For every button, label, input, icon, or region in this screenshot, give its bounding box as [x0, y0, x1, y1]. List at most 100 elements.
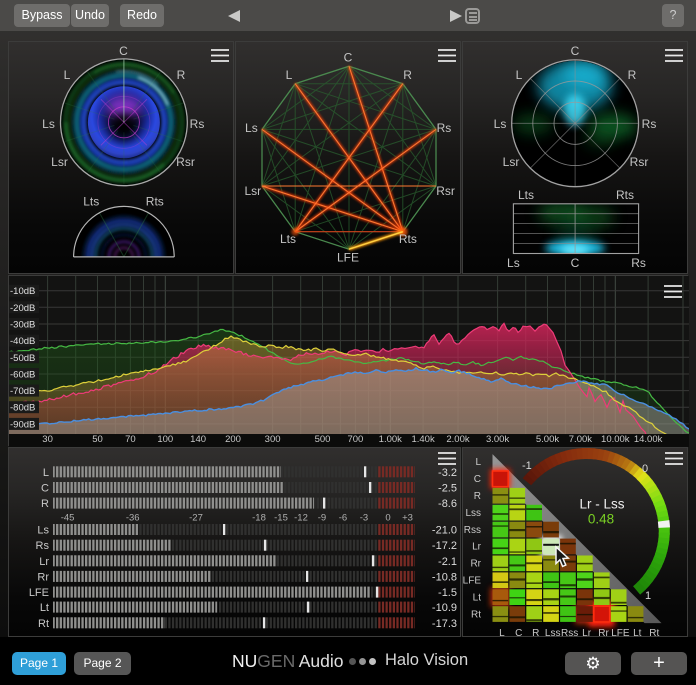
svg-text:Ls: Ls: [245, 121, 258, 135]
svg-text:Lts: Lts: [518, 188, 534, 202]
svg-text:Rts: Rts: [399, 232, 417, 246]
svg-text:5.00k: 5.00k: [536, 434, 559, 445]
svg-text:Lts: Lts: [83, 195, 99, 209]
svg-text:-9: -9: [318, 513, 326, 524]
svg-text:Lr - Lss: Lr - Lss: [579, 497, 624, 512]
svg-text:30: 30: [42, 434, 53, 445]
svg-text:-60dB: -60dB: [10, 370, 35, 381]
svg-text:-3.2: -3.2: [438, 467, 457, 479]
svg-text:Rsr: Rsr: [436, 184, 455, 198]
svg-text:-10.9: -10.9: [432, 602, 457, 614]
svg-text:300: 300: [265, 434, 281, 445]
svg-text:-15: -15: [274, 513, 288, 524]
svg-text:-10dB: -10dB: [10, 286, 35, 297]
svg-text:-10.8: -10.8: [432, 571, 457, 583]
svg-text:-12: -12: [294, 513, 308, 524]
svg-text:LFE: LFE: [29, 587, 49, 599]
svg-text:50: 50: [92, 434, 103, 445]
svg-text:Lr: Lr: [472, 542, 482, 553]
svg-text:1.00k: 1.00k: [379, 434, 402, 445]
svg-text:-17.3: -17.3: [432, 618, 457, 630]
svg-text:Ls: Ls: [507, 256, 520, 270]
svg-text:L: L: [64, 68, 71, 82]
svg-text:-2.5: -2.5: [438, 483, 457, 495]
svg-text:C: C: [571, 256, 580, 270]
svg-text:-45: -45: [61, 513, 75, 524]
svg-text:Lt: Lt: [40, 602, 49, 614]
svg-text:R: R: [474, 491, 481, 502]
svg-text:140: 140: [190, 434, 206, 445]
svg-text:Rs: Rs: [437, 121, 452, 135]
svg-text:-50dB: -50dB: [10, 353, 35, 364]
svg-text:0.48: 0.48: [588, 512, 614, 527]
svg-text:Rs: Rs: [631, 256, 646, 270]
svg-text:L: L: [516, 68, 523, 82]
svg-text:0: 0: [385, 513, 390, 524]
svg-text:Rt: Rt: [38, 618, 49, 630]
svg-text:Lsr: Lsr: [503, 155, 520, 169]
svg-text:-3: -3: [360, 513, 368, 524]
svg-text:-8.6: -8.6: [438, 498, 457, 510]
svg-text:500: 500: [315, 434, 331, 445]
svg-text:1: 1: [645, 590, 651, 602]
svg-text:Rr: Rr: [470, 559, 481, 570]
svg-text:700: 700: [347, 434, 363, 445]
svg-text:L: L: [43, 467, 49, 479]
svg-text:0: 0: [642, 463, 648, 475]
svg-text:Rs: Rs: [190, 117, 205, 131]
svg-text:-2.1: -2.1: [438, 556, 457, 568]
svg-text:-1.5: -1.5: [438, 587, 457, 599]
svg-text:R: R: [403, 68, 412, 82]
svg-text:-1: -1: [522, 460, 532, 472]
svg-text:Lsr: Lsr: [244, 184, 261, 198]
svg-text:L: L: [475, 457, 481, 468]
svg-text:Ls: Ls: [37, 525, 49, 537]
svg-text:Rr: Rr: [37, 571, 49, 583]
svg-text:Lss: Lss: [465, 508, 481, 519]
svg-text:Rs: Rs: [36, 540, 50, 552]
svg-text:-18: -18: [252, 513, 266, 524]
svg-text:-80dB: -80dB: [10, 403, 35, 414]
svg-text:+3: +3: [402, 513, 413, 524]
svg-text:LFE: LFE: [337, 251, 359, 265]
svg-text:C: C: [119, 44, 128, 58]
svg-text:Rt: Rt: [471, 609, 481, 620]
svg-text:14.00k: 14.00k: [634, 434, 663, 445]
svg-text:C: C: [571, 44, 580, 58]
svg-text:1.40k: 1.40k: [411, 434, 434, 445]
svg-text:C: C: [41, 483, 49, 495]
svg-text:-21.0: -21.0: [432, 525, 457, 537]
svg-text:Lt: Lt: [473, 592, 482, 603]
svg-text:Rs: Rs: [642, 117, 657, 131]
svg-text:Lsr: Lsr: [51, 155, 68, 169]
svg-text:-6: -6: [339, 513, 347, 524]
svg-text:3.00k: 3.00k: [486, 434, 509, 445]
svg-text:-27: -27: [189, 513, 203, 524]
svg-text:R: R: [177, 68, 186, 82]
svg-text:10.00k: 10.00k: [601, 434, 630, 445]
svg-text:Lts: Lts: [280, 232, 296, 246]
svg-text:LFE: LFE: [463, 576, 481, 587]
svg-text:Rts: Rts: [616, 188, 634, 202]
svg-text:L: L: [286, 68, 293, 82]
svg-text:Lr: Lr: [39, 556, 49, 568]
svg-text:Rsr: Rsr: [630, 155, 649, 169]
svg-text:-40dB: -40dB: [10, 336, 35, 347]
svg-text:C: C: [474, 474, 481, 485]
svg-text:-30dB: -30dB: [10, 320, 35, 331]
svg-text:200: 200: [225, 434, 241, 445]
svg-text:-20dB: -20dB: [10, 303, 35, 314]
svg-text:Ls: Ls: [42, 117, 55, 131]
svg-text:-17.2: -17.2: [432, 540, 457, 552]
svg-text:70: 70: [125, 434, 136, 445]
svg-text:Ls: Ls: [494, 117, 507, 131]
svg-text:-70dB: -70dB: [10, 386, 35, 397]
svg-text:7.00k: 7.00k: [569, 434, 592, 445]
svg-text:Rsr: Rsr: [176, 155, 195, 169]
svg-text:2.00k: 2.00k: [446, 434, 469, 445]
svg-text:C: C: [344, 51, 353, 65]
svg-text:R: R: [628, 68, 637, 82]
svg-text:-90dB: -90dB: [10, 419, 35, 430]
svg-text:R: R: [41, 498, 49, 510]
svg-text:-36: -36: [126, 513, 140, 524]
